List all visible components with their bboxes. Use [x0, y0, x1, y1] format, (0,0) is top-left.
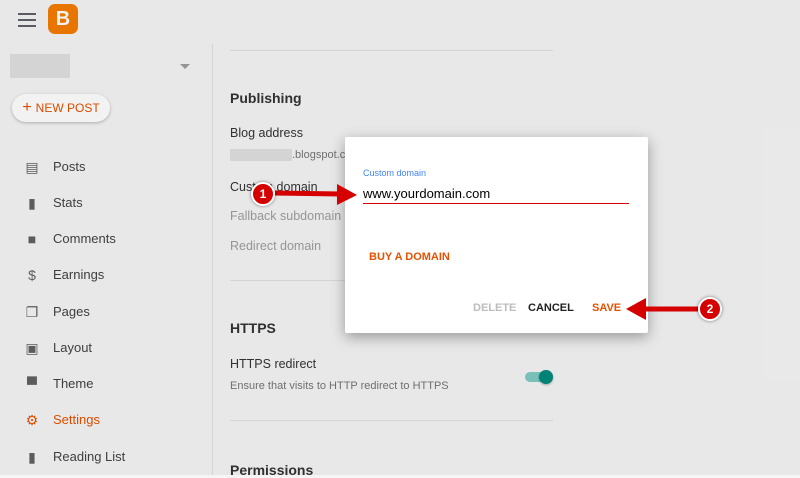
delete-button[interactable]: DELETE: [473, 302, 516, 314]
annotation-marker-1: 1: [251, 182, 275, 206]
cancel-button[interactable]: CANCEL: [528, 302, 574, 314]
custom-domain-dialog: Custom domain BUY A DOMAIN DELETE CANCEL…: [345, 137, 648, 333]
annotation-marker-2: 2: [698, 297, 722, 321]
custom-domain-field-label: Custom domain: [363, 168, 427, 178]
save-button[interactable]: SAVE: [592, 302, 621, 314]
buy-domain-button[interactable]: BUY A DOMAIN: [369, 251, 450, 263]
custom-domain-input[interactable]: [363, 183, 629, 204]
